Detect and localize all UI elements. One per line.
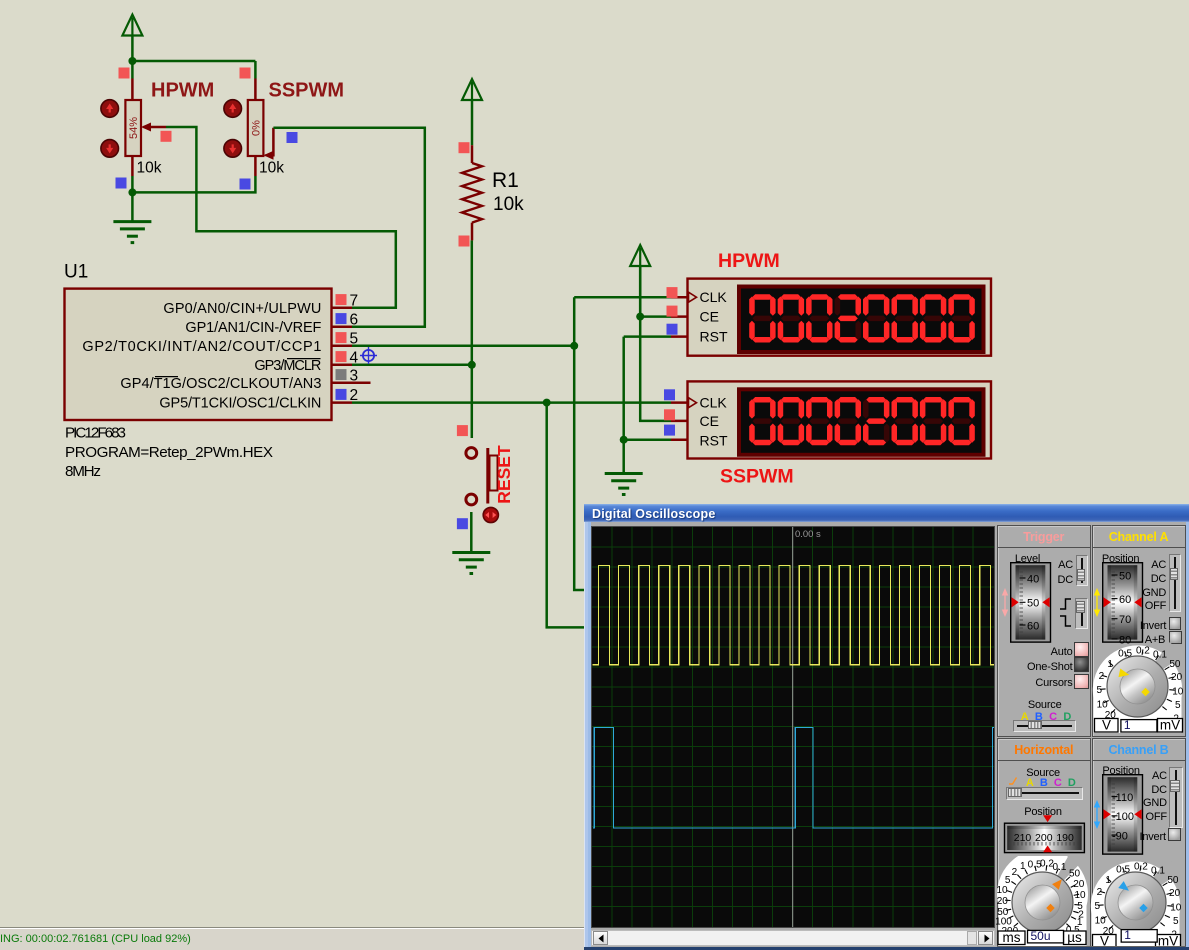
svg-text:1: 1 bbox=[1124, 928, 1131, 942]
svg-text:0.1: 0.1 bbox=[1151, 865, 1165, 876]
svg-text:50: 50 bbox=[1170, 659, 1182, 670]
svg-text:0.2: 0.2 bbox=[1134, 861, 1148, 872]
svg-text:CLK: CLK bbox=[700, 395, 728, 411]
svg-text:PROGRAM=Retep_2PWm.HEX: PROGRAM=Retep_2PWm.HEX bbox=[65, 444, 273, 461]
svg-text:GP2/T0CKI/INT/AN2/COUT/CCP1: GP2/T0CKI/INT/AN2/COUT/CCP1 bbox=[82, 339, 321, 355]
svg-text:0.2: 0.2 bbox=[1136, 645, 1150, 656]
svg-text:RESET: RESET bbox=[494, 445, 514, 504]
svg-text:20: 20 bbox=[997, 896, 1009, 907]
svg-text:54%: 54% bbox=[128, 117, 140, 139]
svg-text:10k: 10k bbox=[493, 194, 524, 215]
svg-text:10: 10 bbox=[1074, 890, 1086, 901]
svg-text:mV: mV bbox=[1160, 717, 1180, 732]
svg-text:6: 6 bbox=[350, 311, 359, 328]
svg-text:GP0/AN0/CIN+/ULPWU: GP0/AN0/CIN+/ULPWU bbox=[163, 301, 321, 317]
svg-text:10k: 10k bbox=[137, 160, 162, 177]
svg-text:RST: RST bbox=[700, 329, 728, 345]
svg-text:10: 10 bbox=[1094, 915, 1106, 926]
svg-text:SSPWM: SSPWM bbox=[269, 80, 345, 102]
svg-text:10k: 10k bbox=[259, 160, 284, 177]
svg-text:50: 50 bbox=[1167, 875, 1179, 886]
svg-text:HPWM: HPWM bbox=[718, 250, 780, 272]
svg-text:2: 2 bbox=[350, 387, 359, 404]
svg-text:190: 190 bbox=[1056, 832, 1074, 844]
svg-text:20: 20 bbox=[1171, 672, 1183, 683]
svg-text:210: 210 bbox=[1014, 832, 1032, 844]
svg-text:2: 2 bbox=[1096, 887, 1102, 898]
svg-text:20: 20 bbox=[1169, 888, 1181, 899]
svg-text:GP3/MCLR: GP3/MCLR bbox=[254, 358, 321, 374]
svg-text:50: 50 bbox=[1069, 868, 1081, 879]
svg-text:50u: 50u bbox=[1031, 929, 1051, 943]
svg-text:ms: ms bbox=[1003, 930, 1021, 945]
svg-text:U1: U1 bbox=[64, 262, 88, 283]
svg-text:0.1: 0.1 bbox=[1153, 649, 1167, 660]
svg-text:GP4/T1G/OSC2/CLKOUT/AN3: GP4/T1G/OSC2/CLKOUT/AN3 bbox=[120, 376, 321, 392]
svg-text:5: 5 bbox=[350, 330, 359, 347]
svg-text:CE: CE bbox=[700, 309, 719, 325]
svg-text:GP5/T1CKI/OSC1/CLKIN: GP5/T1CKI/OSC1/CLKIN bbox=[159, 396, 321, 412]
svg-text:5: 5 bbox=[1175, 699, 1181, 710]
svg-text:0.00 s: 0.00 s bbox=[794, 529, 820, 540]
svg-text:10: 10 bbox=[1170, 902, 1182, 913]
svg-text:10: 10 bbox=[1097, 699, 1109, 710]
svg-text:4: 4 bbox=[350, 349, 359, 366]
svg-text:50: 50 bbox=[1027, 598, 1039, 610]
svg-text:1: 1 bbox=[1124, 718, 1131, 732]
svg-text:0.1: 0.1 bbox=[1053, 862, 1067, 873]
svg-text:1: 1 bbox=[1020, 861, 1026, 872]
svg-text:CE: CE bbox=[700, 413, 719, 429]
svg-text:SSPWM: SSPWM bbox=[720, 466, 794, 488]
svg-text:10: 10 bbox=[1173, 686, 1185, 697]
svg-text:GP1/AN1/CIN-/VREF: GP1/AN1/CIN-/VREF bbox=[185, 320, 321, 336]
svg-text:2: 2 bbox=[1012, 867, 1018, 878]
svg-text:20: 20 bbox=[1073, 879, 1085, 890]
svg-text:60: 60 bbox=[1027, 620, 1039, 632]
svg-text:HPWM: HPWM bbox=[151, 80, 214, 102]
svg-text:CLK: CLK bbox=[700, 289, 728, 305]
svg-text:5: 5 bbox=[1094, 901, 1100, 912]
svg-text:10: 10 bbox=[996, 885, 1008, 896]
svg-text:5: 5 bbox=[1097, 685, 1103, 696]
svg-text:8MHz: 8MHz bbox=[65, 463, 101, 480]
svg-text:5: 5 bbox=[1173, 916, 1179, 927]
svg-text:2: 2 bbox=[1099, 671, 1105, 682]
svg-text:3: 3 bbox=[350, 367, 359, 384]
svg-text:RST: RST bbox=[700, 433, 728, 449]
svg-text:V: V bbox=[1102, 717, 1111, 732]
svg-text:PIC12F683: PIC12F683 bbox=[65, 425, 126, 442]
svg-text:µs: µs bbox=[1067, 930, 1082, 945]
svg-text:0%: 0% bbox=[250, 120, 262, 136]
svg-text:R1: R1 bbox=[492, 169, 519, 192]
svg-text:7: 7 bbox=[350, 292, 359, 309]
